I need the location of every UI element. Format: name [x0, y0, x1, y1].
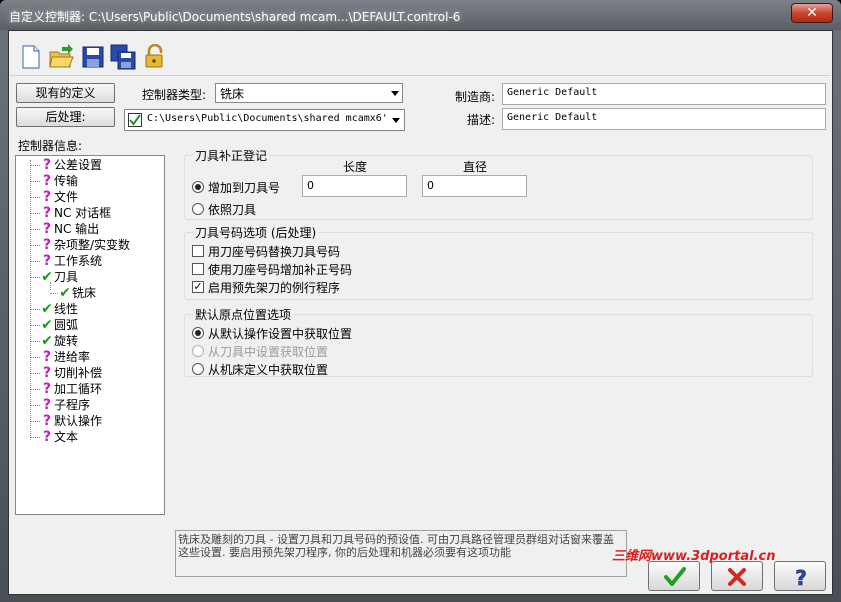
post-processor-button[interactable]: 后处理:	[16, 107, 115, 127]
tool-number-group: 刀具号码选项 (后处理) 用刀座号码替换刀具号码 使用刀座号码增加补正号码 ✓ …	[184, 224, 813, 300]
tree-item[interactable]: ? 杂项整/实变数	[30, 237, 130, 253]
home-from-machine-radio[interactable]	[192, 363, 204, 375]
tool-number-title: 刀具号码选项 (后处理)	[193, 224, 319, 241]
question-icon: ?	[42, 365, 52, 381]
help-button[interactable]: ?	[774, 561, 826, 591]
length-header: 长度	[343, 160, 368, 174]
tree-item[interactable]: ✔旋转	[30, 333, 78, 349]
svg-text:?: ?	[795, 566, 807, 589]
tree-item[interactable]: ? 文本	[30, 429, 78, 445]
question-icon: ?	[42, 413, 52, 429]
lock-icon[interactable]	[142, 44, 168, 70]
question-icon: ?	[42, 253, 52, 269]
question-icon: ?	[42, 237, 52, 253]
by-tool-radio[interactable]	[192, 203, 204, 215]
check-icon: ✔	[59, 285, 71, 301]
controller-type-value: 铣床	[220, 87, 245, 101]
home-position-group: 默认原点位置选项 从默认操作设置中获取位置 从刀具中设置获取位置 从机床定义中获…	[184, 306, 813, 377]
tool-comp-group: 刀具补正登记 长度 直径 增加到刀具号 0 0 依照刀具	[184, 147, 813, 220]
home-from-tool-radio[interactable]	[192, 345, 204, 357]
question-icon: ?	[42, 397, 52, 413]
replace-tool-number-label: 用刀座号码替换刀具号码	[208, 245, 341, 259]
home-position-title: 默认原点位置选项	[193, 306, 294, 323]
tree-item[interactable]: ✔刀具	[30, 269, 78, 285]
save-as-icon[interactable]	[110, 44, 136, 70]
open-folder-icon[interactable]	[48, 44, 74, 70]
home-from-default-ops-label: 从默认操作设置中获取位置	[208, 327, 353, 341]
check-icon	[664, 567, 686, 586]
question-icon: ?	[42, 221, 52, 237]
length-field[interactable]: 0	[302, 175, 407, 197]
tree-item[interactable]: ? NC 对话框	[30, 205, 111, 221]
tree-item[interactable]: ? NC 输出	[30, 221, 99, 237]
description-field[interactable]: Generic Default	[502, 108, 826, 130]
save-icon[interactable]	[80, 44, 106, 70]
tree-item[interactable]: ? 默认操作	[30, 413, 102, 429]
controller-type-label: 控制器类型:	[142, 88, 207, 102]
dialog-window: 自定义控制器: C:\Users\Public\Documents\shared…	[0, 0, 841, 602]
controller-info-tree[interactable]: ? 公差设置 ? 传输 ? 文件 ? NC 对话框 ? NC 输出 ? 杂项整/实变数 ? 工…	[15, 155, 165, 515]
question-icon: ?	[42, 189, 52, 205]
check-icon: ✔	[41, 333, 53, 349]
diameter-field[interactable]: 0	[422, 175, 527, 197]
tree-item[interactable]: ? 加工循环	[30, 381, 102, 397]
tree-item[interactable]: ? 传输	[30, 173, 78, 189]
chevron-down-icon	[391, 91, 399, 96]
question-icon: ?	[795, 566, 807, 589]
tree-item[interactable]: ? 公差设置	[30, 157, 102, 173]
controller-info-heading: 控制器信息:	[18, 139, 83, 153]
help-hint-text: 铣床及雕刻的刀具 - 设置刀具和刀具号码的预设值. 可由刀具路径管理员群组对话窗…	[175, 530, 627, 577]
cancel-button[interactable]	[711, 561, 763, 591]
client-area: 现有的定义 控制器类型: 铣床 制造商: Generic Default 后处理…	[8, 30, 833, 595]
prestage-tool-label: 启用预先架刀的例行程序	[208, 281, 341, 295]
description-label: 描述:	[467, 113, 496, 127]
home-from-tool-label: 从刀具中设置获取位置	[208, 345, 329, 359]
tree-item[interactable]: ? 进给率	[30, 349, 90, 365]
new-file-icon[interactable]	[18, 44, 44, 70]
home-from-default-ops-radio[interactable]	[192, 327, 204, 339]
check-icon: ✔	[41, 301, 53, 317]
prestage-tool-checkbox[interactable]: ✓	[192, 281, 204, 293]
tree-item[interactable]: ? 文件	[30, 189, 78, 205]
question-icon: ?	[42, 349, 52, 365]
manufacturer-field[interactable]: Generic Default	[502, 83, 826, 105]
tree-item[interactable]: ✔线性	[30, 301, 78, 317]
post-path-select[interactable]: C:\Users\Public\Documents\shared mcamx6'	[124, 109, 405, 131]
increment-offset-checkbox[interactable]	[192, 263, 204, 275]
tree-item[interactable]: ✔铣床	[50, 285, 96, 301]
existing-definition-button[interactable]: 现有的定义	[16, 83, 115, 103]
check-icon: ✔	[41, 269, 53, 285]
controller-type-select[interactable]: 铣床	[215, 83, 403, 103]
add-to-tool-radio[interactable]	[192, 181, 204, 193]
check-icon: ✔	[41, 317, 53, 333]
tree-item[interactable]: ? 子程序	[30, 397, 90, 413]
home-from-machine-label: 从机床定义中获取位置	[208, 363, 329, 377]
increment-offset-label: 使用刀座号码增加补正号码	[208, 263, 353, 277]
close-icon	[728, 568, 746, 586]
tool-comp-title: 刀具补正登记	[193, 147, 270, 164]
post-path-value: C:\Users\Public\Documents\shared mcamx6'	[147, 113, 388, 124]
tree-item[interactable]: ? 工作系统	[30, 253, 102, 269]
diameter-header: 直径	[463, 160, 488, 174]
title-bar[interactable]: 自定义控制器: C:\Users\Public\Documents\shared…	[0, 0, 841, 30]
chevron-down-icon	[392, 118, 400, 123]
toolbar	[10, 32, 831, 76]
question-icon: ?	[42, 429, 52, 445]
add-to-tool-label: 增加到刀具号	[208, 181, 281, 195]
watermark: 三维网www.3dportal.cn	[612, 549, 776, 564]
close-button[interactable]: ✕	[791, 3, 833, 23]
replace-tool-number-checkbox[interactable]	[192, 245, 204, 257]
window-title: 自定义控制器: C:\Users\Public\Documents\shared…	[9, 10, 461, 24]
question-icon: ?	[42, 173, 52, 189]
by-tool-label: 依照刀具	[208, 203, 257, 217]
manufacturer-label: 制造商:	[455, 90, 496, 104]
tree-item[interactable]: ? 切削补偿	[30, 365, 102, 381]
checked-box-icon	[128, 113, 142, 127]
question-icon: ?	[42, 157, 52, 173]
tree-item[interactable]: ✔圆弧	[30, 317, 78, 333]
question-icon: ?	[42, 205, 52, 221]
ok-button[interactable]	[648, 561, 700, 591]
question-icon: ?	[42, 381, 52, 397]
